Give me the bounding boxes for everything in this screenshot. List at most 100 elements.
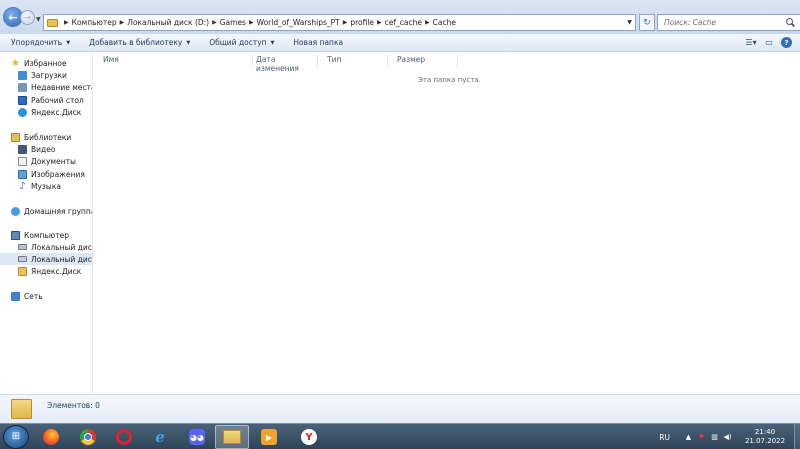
nav-label: Яндекс.Диск	[31, 107, 82, 117]
volume-icon[interactable]: ◀)	[723, 433, 732, 442]
nav-label: Изображения	[31, 169, 85, 179]
opera-icon	[116, 429, 132, 445]
refresh-button[interactable]: ↻	[639, 14, 655, 31]
breadcrumb-computer[interactable]: Компьютер	[72, 18, 117, 27]
folder-icon	[11, 399, 32, 419]
show-desktop-button[interactable]	[794, 424, 800, 449]
recent-pages-dropdown[interactable]: ▼	[36, 16, 41, 23]
nav-label: Недавние места	[31, 82, 93, 92]
network-tray-icon[interactable]: ▥	[710, 433, 719, 442]
file-list[interactable]: Имя Дата изменения Тип Размер Эта папка …	[93, 52, 800, 394]
taskbar-discord[interactable]: ◕◕	[180, 425, 214, 449]
nav-disk-c[interactable]: Локальный диск (C	[0, 241, 92, 253]
taskbar-explorer[interactable]	[215, 425, 249, 449]
folder-icon	[47, 18, 58, 27]
refresh-icon: ↻	[643, 17, 651, 28]
nav-label: Избранное	[24, 58, 67, 68]
add-to-library-button[interactable]: Добавить в библиотеку ▼	[78, 38, 198, 47]
nav-label: Библиотеки	[24, 132, 72, 142]
taskbar-media-player[interactable]: ▶	[252, 425, 286, 449]
nav-label: Компьютер	[24, 230, 69, 240]
chevron-right-icon[interactable]: ▶	[212, 19, 217, 26]
nav-images[interactable]: Изображения	[0, 168, 92, 180]
taskbar-opera[interactable]	[107, 425, 141, 449]
nav-recent[interactable]: Недавние места	[0, 81, 93, 93]
search-input[interactable]: Поиск: Cache	[657, 14, 800, 31]
taskbar-chrome[interactable]	[71, 425, 105, 449]
preview-pane-icon[interactable]: ▭	[763, 37, 775, 48]
homegroup-icon	[11, 206, 20, 216]
music-icon: ♪	[19, 180, 26, 192]
nav-libraries[interactable]: Библиотеки	[0, 131, 92, 143]
yandex-browser-icon: Y	[301, 429, 317, 445]
breadcrumb-disk-d[interactable]: Локальный диск (D:)	[127, 18, 209, 27]
nav-documents[interactable]: Документы	[0, 155, 92, 167]
breadcrumb-games[interactable]: Games	[220, 18, 246, 27]
nav-homegroup[interactable]: Домашняя группа	[0, 205, 92, 217]
taskbar: ⊞ e ◕◕ ▶ Y RU ▲ ⚑ ▥ ◀) 21:40 21.07.2022	[0, 423, 800, 449]
new-folder-button[interactable]: Новая папка	[282, 38, 351, 47]
show-hidden-icons-icon[interactable]: ▲	[684, 433, 693, 442]
nav-desktop[interactable]: Рабочий стол	[0, 94, 92, 106]
address-dropdown-button[interactable]: ▼	[623, 19, 635, 26]
chevron-right-icon[interactable]: ▶	[120, 19, 125, 26]
add-to-library-label: Добавить в библиотеку	[89, 38, 183, 47]
nav-label: Документы	[31, 156, 76, 166]
video-icon	[18, 144, 27, 154]
nav-downloads[interactable]: Загрузки	[0, 69, 92, 81]
desktop-icon	[18, 95, 27, 105]
nav-network[interactable]: Сеть	[0, 290, 92, 302]
nav-label: Сеть	[24, 291, 43, 301]
start-button[interactable]: ⊞	[3, 425, 29, 449]
recent-places-icon	[18, 82, 27, 92]
command-bar: Упорядочить ▼ Добавить в библиотеку ▼ Общи…	[0, 34, 800, 52]
column-type[interactable]: Тип	[318, 55, 388, 67]
breadcrumb-cache[interactable]: Cache	[433, 18, 456, 27]
nav-yadisk-folder[interactable]: Яндекс.Диск	[0, 265, 92, 277]
view-options-icon[interactable]: ☰▾	[745, 37, 757, 48]
column-date[interactable]: Дата изменения	[247, 55, 318, 73]
nav-label: Локальный диск (D	[31, 254, 92, 264]
nav-music[interactable]: ♪ Музыка	[0, 180, 92, 192]
action-center-icon[interactable]: ⚑	[697, 433, 706, 442]
chevron-right-icon[interactable]: ▶	[377, 19, 382, 26]
column-size[interactable]: Размер	[388, 55, 458, 67]
chevron-right-icon[interactable]: ▶	[249, 19, 254, 26]
chevron-right-icon[interactable]: ▶	[343, 19, 348, 26]
help-icon[interactable]: ?	[781, 37, 792, 48]
share-label: Общий доступ	[209, 38, 267, 47]
nav-favorites[interactable]: ★ Избранное	[0, 57, 92, 69]
yandex-disk-icon	[18, 107, 27, 117]
forward-button[interactable]: →	[20, 10, 35, 25]
taskbar-firefox[interactable]	[34, 425, 68, 449]
taskbar-ie[interactable]: e	[143, 425, 177, 449]
nav-yadisk[interactable]: Яндекс.Диск	[0, 106, 92, 118]
chevron-right-icon[interactable]: ▶	[64, 19, 69, 26]
breadcrumb-cef-cache[interactable]: cef_cache	[385, 18, 422, 27]
nav-computer[interactable]: Компьютер	[0, 229, 92, 241]
breadcrumb-profile[interactable]: profile	[350, 18, 374, 27]
language-indicator[interactable]: RU	[659, 433, 670, 442]
folder-icon	[18, 266, 27, 276]
arrow-right-icon: →	[24, 12, 31, 22]
hard-disk-icon	[18, 256, 27, 262]
computer-icon	[11, 230, 20, 240]
clock[interactable]: 21:40 21.07.2022	[736, 428, 794, 446]
organize-button[interactable]: Упорядочить ▼	[0, 38, 78, 47]
breadcrumb-wows[interactable]: World_of_Warships_PT	[257, 18, 340, 27]
address-row: ← → ▼ ▶ Компьютер ▶ Локальный диск (D:) …	[0, 0, 800, 34]
hard-disk-icon	[18, 244, 27, 250]
caret-down-icon: ▼	[66, 39, 71, 46]
share-button[interactable]: Общий доступ ▼	[198, 38, 282, 47]
nav-disk-d[interactable]: Локальный диск (D	[0, 253, 92, 265]
empty-folder-message: Эта папка пуста.	[418, 76, 481, 84]
taskbar-yandex[interactable]: Y	[292, 425, 326, 449]
chevron-right-icon[interactable]: ▶	[425, 19, 430, 26]
search-icon[interactable]	[785, 17, 795, 28]
address-bar[interactable]: ▶ Компьютер ▶ Локальный диск (D:) ▶ Game…	[43, 14, 636, 31]
item-count: Элементов: 0	[47, 401, 100, 410]
caret-down-icon: ▼	[186, 39, 191, 46]
nav-video[interactable]: Видео	[0, 143, 92, 155]
nav-label: Рабочий стол	[31, 95, 84, 105]
column-name[interactable]: Имя	[93, 55, 253, 67]
